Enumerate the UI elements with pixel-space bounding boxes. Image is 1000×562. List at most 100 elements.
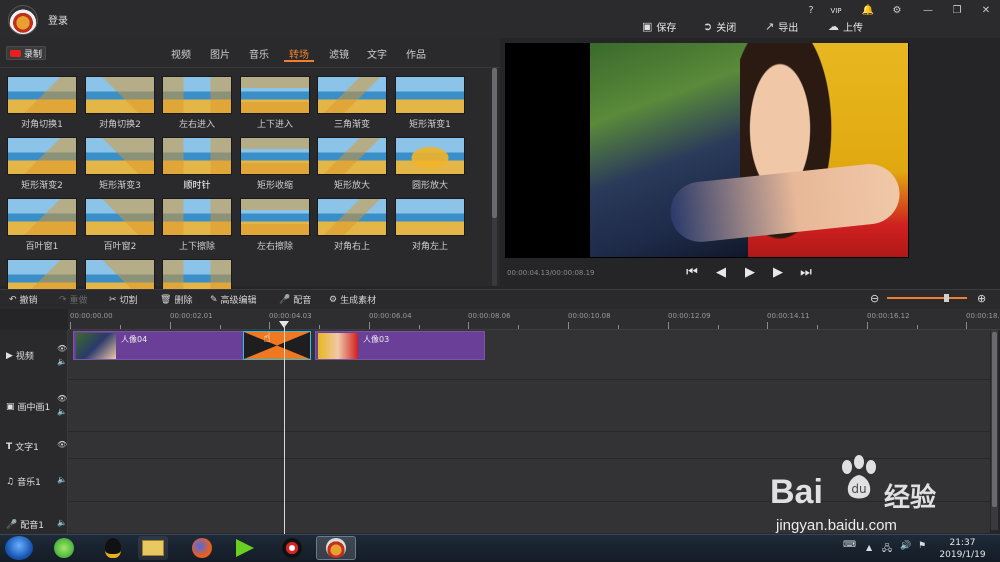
library-scrollbar[interactable] bbox=[492, 68, 497, 286]
network-icon[interactable]: 🖧 bbox=[882, 541, 892, 557]
transition-thumb[interactable] bbox=[395, 198, 465, 236]
redo-button[interactable]: ↷ 重做 bbox=[59, 293, 88, 307]
step-forward-button[interactable]: ▶ bbox=[770, 265, 786, 280]
gear-icon[interactable]: ⚙ bbox=[887, 4, 907, 18]
minimize-button[interactable]: — bbox=[918, 4, 938, 18]
transition-thumb[interactable] bbox=[85, 137, 155, 175]
transition-thumb[interactable] bbox=[317, 137, 387, 175]
ruler-tick bbox=[668, 322, 669, 329]
transition-thumb[interactable] bbox=[7, 76, 77, 114]
eye-icon[interactable]: 👁 bbox=[57, 344, 67, 353]
transition-thumb[interactable] bbox=[85, 76, 155, 114]
watermark-url: jingyan.baidu.com bbox=[776, 517, 897, 534]
undo-button[interactable]: ↶ 撤销 bbox=[9, 293, 38, 307]
ruler-tick bbox=[917, 325, 918, 329]
taskbar-app-qq[interactable] bbox=[98, 536, 128, 560]
keyboard-icon[interactable]: ⌨ bbox=[843, 540, 856, 550]
ruler-time-label: 00:00:14.11 bbox=[767, 312, 810, 320]
export-button[interactable]: ↗ 导出 bbox=[765, 18, 798, 34]
flag-icon[interactable]: ⚑ bbox=[918, 541, 926, 551]
timeline-scroll-thumb[interactable] bbox=[992, 332, 997, 507]
zoom-in-icon[interactable]: ⊕ bbox=[977, 292, 986, 305]
transition-thumb[interactable] bbox=[7, 198, 77, 236]
folder-icon bbox=[142, 540, 164, 556]
speaker-icon[interactable]: 🔈 bbox=[57, 357, 67, 366]
skip-start-button[interactable]: ⏮ bbox=[684, 265, 700, 280]
transition-clip[interactable] bbox=[243, 331, 311, 360]
taskbar-app-player[interactable] bbox=[230, 536, 260, 560]
generate-material-button[interactable]: ⚙ 生成素材 bbox=[329, 293, 376, 307]
taskbar-app-editor[interactable] bbox=[316, 536, 356, 560]
track-row-pip[interactable] bbox=[0, 380, 990, 432]
speaker-icon[interactable]: 🔈 bbox=[57, 475, 67, 484]
thumb-overlay bbox=[241, 138, 309, 174]
dub-button[interactable]: 🎤 配音 bbox=[279, 293, 311, 307]
start-button[interactable] bbox=[5, 536, 33, 560]
transition-thumb[interactable] bbox=[317, 198, 387, 236]
redo-icon: ↷ bbox=[59, 294, 67, 305]
tab-filter[interactable]: 滤镜 bbox=[326, 46, 352, 62]
bell-icon[interactable]: 🔔 bbox=[858, 4, 878, 18]
tray-expand-icon[interactable]: ▲ bbox=[866, 543, 872, 552]
transition-thumb[interactable] bbox=[7, 137, 77, 175]
close-window-button[interactable]: ✕ bbox=[976, 4, 996, 18]
taskbar-app-explorer[interactable] bbox=[138, 536, 168, 560]
transition-thumb[interactable] bbox=[240, 76, 310, 114]
taskbar-clock[interactable]: 21:37 2019/1/19 bbox=[935, 537, 990, 561]
playhead[interactable] bbox=[284, 322, 285, 534]
speaker-icon[interactable]: 🔈 bbox=[57, 407, 67, 416]
transition-thumb[interactable] bbox=[317, 76, 387, 114]
step-back-button[interactable]: ◀ bbox=[713, 265, 729, 280]
taskbar-app-firefox[interactable] bbox=[187, 536, 217, 560]
save-button[interactable]: ▣ 保存 bbox=[642, 18, 676, 34]
timeline-scrollbar[interactable] bbox=[991, 330, 998, 530]
clip-portrait-03[interactable]: 人像03 bbox=[315, 331, 485, 360]
clip-portrait-04[interactable]: 人像04 bbox=[73, 331, 244, 360]
vip-icon[interactable]: VIP bbox=[826, 4, 846, 18]
volume-icon[interactable]: 🔊 bbox=[900, 541, 911, 551]
cut-button[interactable]: ✂ 切割 bbox=[109, 293, 138, 307]
upload-button[interactable]: ☁ 上传 bbox=[828, 18, 863, 34]
delete-button[interactable]: 🗑 删除 bbox=[160, 293, 192, 307]
tab-image[interactable]: 图片 bbox=[207, 46, 233, 62]
watermark-brand-cn: 经验 bbox=[884, 483, 937, 513]
skip-end-button[interactable]: ⏭ bbox=[798, 265, 814, 280]
library-scroll-thumb[interactable] bbox=[492, 68, 497, 218]
zoom-slider-handle[interactable] bbox=[944, 294, 949, 302]
zoom-out-icon[interactable]: ⊖ bbox=[870, 292, 879, 305]
speaker-icon[interactable]: 🔈 bbox=[57, 518, 67, 527]
transition-thumb[interactable] bbox=[85, 198, 155, 236]
transition-thumb[interactable] bbox=[162, 198, 232, 236]
transition-thumb[interactable] bbox=[240, 137, 310, 175]
help-button[interactable]: ? bbox=[801, 4, 821, 18]
taskbar-app-browser[interactable] bbox=[49, 536, 79, 560]
track-music: ♫ 音乐1 bbox=[6, 476, 41, 489]
ruler-tick bbox=[966, 322, 967, 329]
ruler-tick bbox=[867, 322, 868, 329]
taskbar-app-recorder[interactable] bbox=[277, 536, 307, 560]
zoom-slider[interactable] bbox=[887, 297, 967, 299]
transition-thumb[interactable] bbox=[162, 137, 232, 175]
transition-thumb[interactable] bbox=[395, 137, 465, 175]
thumb-overlay bbox=[396, 138, 464, 174]
transition-thumb[interactable] bbox=[240, 198, 310, 236]
transition-label: 矩形放大 bbox=[333, 181, 370, 191]
transition-label: 矩形渐变3 bbox=[99, 181, 141, 191]
transition-thumb[interactable] bbox=[395, 76, 465, 114]
tab-transition[interactable]: 转场 bbox=[284, 46, 314, 62]
tab-text[interactable]: 文字 bbox=[364, 46, 390, 62]
thumb-overlay bbox=[86, 138, 154, 174]
eye-icon[interactable]: 👁 bbox=[57, 440, 67, 449]
play-button[interactable]: ▶ bbox=[742, 265, 758, 280]
tab-music[interactable]: 音乐 bbox=[246, 46, 272, 62]
transition-thumb[interactable] bbox=[162, 76, 232, 114]
advanced-edit-button[interactable]: ✎ 高级编辑 bbox=[210, 293, 257, 307]
tab-works[interactable]: 作品 bbox=[403, 46, 429, 62]
close-project-button[interactable]: ➲ 关闭 bbox=[703, 18, 736, 34]
login-link[interactable]: 登录 bbox=[48, 12, 68, 27]
tab-video[interactable]: 视频 bbox=[168, 46, 194, 62]
avatar[interactable] bbox=[8, 5, 38, 35]
maximize-button[interactable]: ❐ bbox=[947, 4, 967, 18]
eye-icon[interactable]: 👁 bbox=[57, 394, 67, 403]
record-button[interactable]: 录制 bbox=[6, 46, 46, 60]
